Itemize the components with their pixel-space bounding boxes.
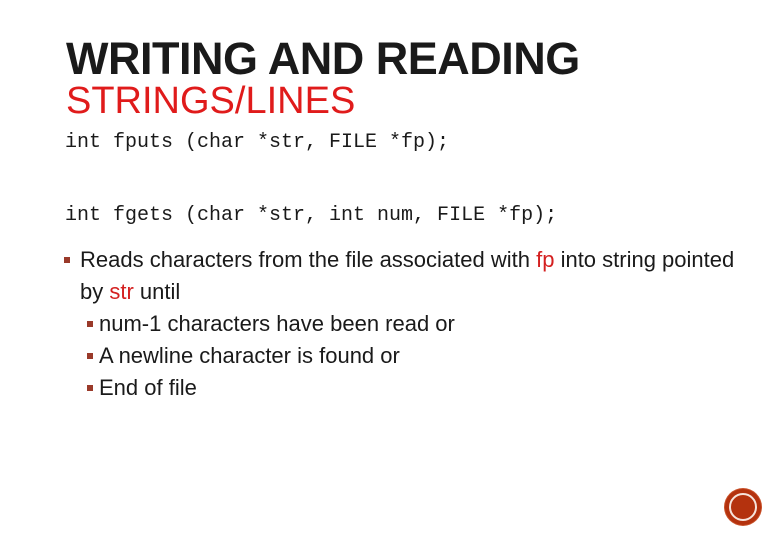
slide-title-line2: STRINGS/LINES (66, 80, 356, 122)
highlight-fp: fp (536, 247, 555, 272)
code-line-fputs: int fputs (char *str, FILE *fp); (65, 131, 450, 154)
square-bullet-icon (87, 353, 93, 359)
bullet-list: Reads characters from the file associate… (62, 244, 742, 404)
bullet-text-part: until (133, 279, 181, 304)
bullet-text-part: Reads characters from the file associate… (80, 247, 537, 272)
highlight-str: str (109, 279, 134, 304)
sub-bullet-text: End of file (99, 375, 197, 400)
slide-nav-button[interactable] (725, 489, 761, 525)
square-bullet-icon (87, 385, 93, 391)
code-line-fgets: int fgets (char *str, int num, FILE *fp)… (65, 204, 558, 227)
sub-bullet-item: End of file (62, 372, 742, 404)
sub-bullet-text: A newline character is found or (99, 343, 400, 368)
circle-navigation-icon (729, 493, 757, 521)
bullet-item: Reads characters from the file associate… (62, 244, 742, 308)
sub-bullet-text: num-1 characters have been read or (99, 311, 455, 336)
slide-title-line1: WRITING AND READING (66, 33, 580, 84)
sub-bullet-item: A newline character is found or (62, 340, 742, 372)
square-bullet-icon (64, 257, 70, 263)
square-bullet-icon (87, 321, 93, 327)
sub-bullet-item: num-1 characters have been read or (62, 308, 742, 340)
